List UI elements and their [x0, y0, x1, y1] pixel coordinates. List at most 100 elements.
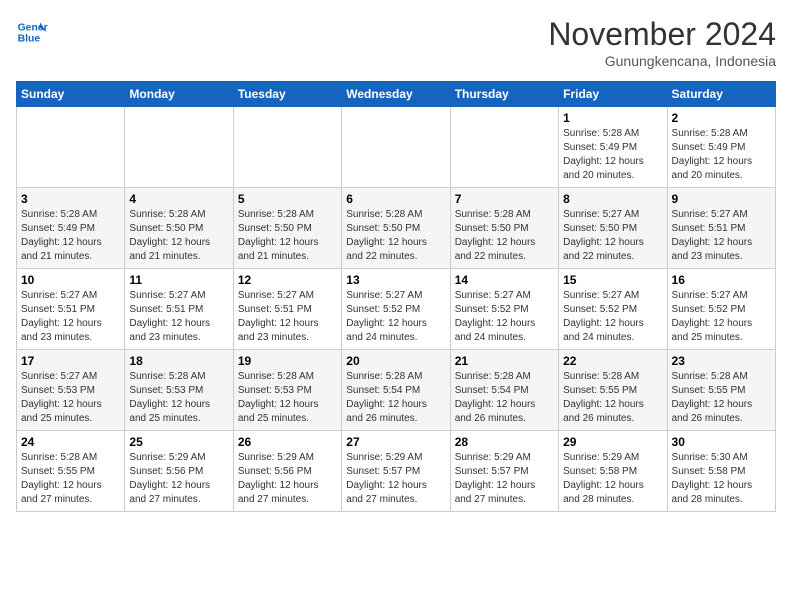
- page-header: General Blue November 2024 Gunungkencana…: [16, 16, 776, 69]
- day-number: 15: [563, 273, 662, 287]
- weekday-header-sunday: Sunday: [17, 82, 125, 107]
- weekday-header-monday: Monday: [125, 82, 233, 107]
- day-info: Sunrise: 5:28 AMSunset: 5:54 PMDaylight:…: [346, 370, 445, 426]
- day-info: Sunrise: 5:27 AMSunset: 5:52 PMDaylight:…: [563, 289, 662, 345]
- calendar-cell: 18Sunrise: 5:28 AMSunset: 5:53 PMDayligh…: [125, 350, 233, 431]
- weekday-header-saturday: Saturday: [667, 82, 775, 107]
- calendar-cell: 11 Sunrise: 5:27 AMSunset: 5:51 PMDayligh…: [125, 269, 233, 350]
- day-number: 10: [21, 273, 120, 287]
- day-info: Sunrise: 5:28 AMSunset: 5:55 PMDaylight:…: [21, 451, 120, 507]
- day-number: 21: [455, 354, 554, 368]
- day-number: 9: [672, 192, 771, 206]
- day-number: 11: [129, 273, 228, 287]
- day-number: 26: [238, 435, 337, 449]
- calendar-cell: 3 Sunrise: 5:28 AMSunset: 5:49 PMDaylight…: [17, 188, 125, 269]
- day-number: 23: [672, 354, 771, 368]
- day-info: Sunrise: 5:28 AMSunset: 5:54 PMDaylight:…: [455, 370, 554, 426]
- day-info: Sunrise: 5:27 AMSunset: 5:51 PMDaylight:…: [21, 289, 120, 345]
- day-info: Sunrise: 5:28 AMSunset: 5:50 PMDaylight:…: [129, 208, 228, 264]
- calendar-cell: 4Sunrise: 5:28 AMSunset: 5:50 PMDaylight…: [125, 188, 233, 269]
- calendar-cell: 1 Sunrise: 5:28 AMSunset: 5:49 PMDaylight…: [559, 107, 667, 188]
- calendar-cell: 6Sunrise: 5:28 AMSunset: 5:50 PMDaylight…: [342, 188, 450, 269]
- day-number: 18: [129, 354, 228, 368]
- day-info: Sunrise: 5:28 AMSunset: 5:50 PMDaylight:…: [346, 208, 445, 264]
- day-number: 14: [455, 273, 554, 287]
- calendar-cell: 20 Sunrise: 5:28 AMSunset: 5:54 PMDayligh…: [342, 350, 450, 431]
- day-info: Sunrise: 5:29 AMSunset: 5:56 PMDaylight:…: [238, 451, 337, 507]
- day-number: 27: [346, 435, 445, 449]
- day-number: 29: [563, 435, 662, 449]
- logo-icon: General Blue: [16, 16, 48, 48]
- calendar-cell: 26 Sunrise: 5:29 AMSunset: 5:56 PMDayligh…: [233, 431, 341, 512]
- day-number: 12: [238, 273, 337, 287]
- day-info: Sunrise: 5:28 AMSunset: 5:49 PMDaylight:…: [21, 208, 120, 264]
- day-info: Sunrise: 5:29 AMSunset: 5:56 PMDaylight:…: [129, 451, 228, 507]
- calendar-cell: 30 Sunrise: 5:30 AMSunset: 5:58 PMDayligh…: [667, 431, 775, 512]
- calendar-cell: 10 Sunrise: 5:27 AMSunset: 5:51 PMDayligh…: [17, 269, 125, 350]
- day-info: Sunrise: 5:29 AMSunset: 5:57 PMDaylight:…: [346, 451, 445, 507]
- day-info: Sunrise: 5:27 AMSunset: 5:52 PMDaylight:…: [455, 289, 554, 345]
- day-number: 8: [563, 192, 662, 206]
- day-info: Sunrise: 5:27 AMSunset: 5:51 PMDaylight:…: [238, 289, 337, 345]
- calendar-cell: 28 Sunrise: 5:29 AMSunset: 5:57 PMDayligh…: [450, 431, 558, 512]
- day-number: 2: [672, 111, 771, 125]
- calendar-cell: 8 Sunrise: 5:27 AMSunset: 5:50 PMDaylight…: [559, 188, 667, 269]
- day-number: 28: [455, 435, 554, 449]
- day-info: Sunrise: 5:28 AMSunset: 5:53 PMDaylight:…: [238, 370, 337, 426]
- day-info: Sunrise: 5:28 AMSunset: 5:49 PMDaylight:…: [563, 127, 662, 183]
- day-number: 24: [21, 435, 120, 449]
- calendar-cell: 22 Sunrise: 5:28 AMSunset: 5:55 PMDayligh…: [559, 350, 667, 431]
- day-info: Sunrise: 5:29 AMSunset: 5:57 PMDaylight:…: [455, 451, 554, 507]
- day-info: Sunrise: 5:27 AMSunset: 5:51 PMDaylight:…: [129, 289, 228, 345]
- calendar-cell: 24 Sunrise: 5:28 AMSunset: 5:55 PMDayligh…: [17, 431, 125, 512]
- calendar-table: SundayMondayTuesdayWednesdayThursdayFrid…: [16, 81, 776, 512]
- weekday-header-tuesday: Tuesday: [233, 82, 341, 107]
- weekday-header-wednesday: Wednesday: [342, 82, 450, 107]
- calendar-cell: 13 Sunrise: 5:27 AMSunset: 5:52 PMDayligh…: [342, 269, 450, 350]
- day-number: 17: [21, 354, 120, 368]
- calendar-cell: 15 Sunrise: 5:27 AMSunset: 5:52 PMDayligh…: [559, 269, 667, 350]
- svg-text:Blue: Blue: [18, 34, 41, 45]
- calendar-cell: [233, 107, 341, 188]
- calendar-cell: 2 Sunrise: 5:28 AMSunset: 5:49 PMDaylight…: [667, 107, 775, 188]
- title-block: November 2024 Gunungkencana, Indonesia: [548, 16, 776, 69]
- calendar-cell: 5Sunrise: 5:28 AMSunset: 5:50 PMDaylight…: [233, 188, 341, 269]
- calendar-cell: 14 Sunrise: 5:27 AMSunset: 5:52 PMDayligh…: [450, 269, 558, 350]
- calendar-cell: [342, 107, 450, 188]
- calendar-cell: 25 Sunrise: 5:29 AMSunset: 5:56 PMDayligh…: [125, 431, 233, 512]
- day-info: Sunrise: 5:28 AMSunset: 5:55 PMDaylight:…: [672, 370, 771, 426]
- calendar-cell: 21 Sunrise: 5:28 AMSunset: 5:54 PMDayligh…: [450, 350, 558, 431]
- calendar-cell: 9 Sunrise: 5:27 AMSunset: 5:51 PMDaylight…: [667, 188, 775, 269]
- day-number: 20: [346, 354, 445, 368]
- weekday-header-friday: Friday: [559, 82, 667, 107]
- day-number: 7: [455, 192, 554, 206]
- day-number: 30: [672, 435, 771, 449]
- day-number: 19: [238, 354, 337, 368]
- day-info: Sunrise: 5:30 AMSunset: 5:58 PMDaylight:…: [672, 451, 771, 507]
- calendar-cell: 29 Sunrise: 5:29 AMSunset: 5:58 PMDayligh…: [559, 431, 667, 512]
- logo: General Blue: [16, 16, 48, 48]
- calendar-cell: 7 Sunrise: 5:28 AMSunset: 5:50 PMDaylight…: [450, 188, 558, 269]
- day-info: Sunrise: 5:28 AMSunset: 5:55 PMDaylight:…: [563, 370, 662, 426]
- weekday-header-thursday: Thursday: [450, 82, 558, 107]
- day-info: Sunrise: 5:27 AMSunset: 5:53 PMDaylight:…: [21, 370, 120, 426]
- day-info: Sunrise: 5:27 AMSunset: 5:52 PMDaylight:…: [346, 289, 445, 345]
- calendar-cell: [450, 107, 558, 188]
- day-number: 3: [21, 192, 120, 206]
- day-info: Sunrise: 5:27 AMSunset: 5:51 PMDaylight:…: [672, 208, 771, 264]
- day-number: 16: [672, 273, 771, 287]
- day-info: Sunrise: 5:29 AMSunset: 5:58 PMDaylight:…: [563, 451, 662, 507]
- day-number: 5: [238, 192, 337, 206]
- day-info: Sunrise: 5:27 AMSunset: 5:50 PMDaylight:…: [563, 208, 662, 264]
- day-info: Sunrise: 5:28 AMSunset: 5:50 PMDaylight:…: [455, 208, 554, 264]
- day-info: Sunrise: 5:27 AMSunset: 5:52 PMDaylight:…: [672, 289, 771, 345]
- day-number: 1: [563, 111, 662, 125]
- day-number: 13: [346, 273, 445, 287]
- calendar-cell: [17, 107, 125, 188]
- calendar-cell: 23 Sunrise: 5:28 AMSunset: 5:55 PMDayligh…: [667, 350, 775, 431]
- day-info: Sunrise: 5:28 AMSunset: 5:49 PMDaylight:…: [672, 127, 771, 183]
- calendar-cell: [125, 107, 233, 188]
- day-number: 22: [563, 354, 662, 368]
- calendar-cell: 12 Sunrise: 5:27 AMSunset: 5:51 PMDayligh…: [233, 269, 341, 350]
- day-number: 25: [129, 435, 228, 449]
